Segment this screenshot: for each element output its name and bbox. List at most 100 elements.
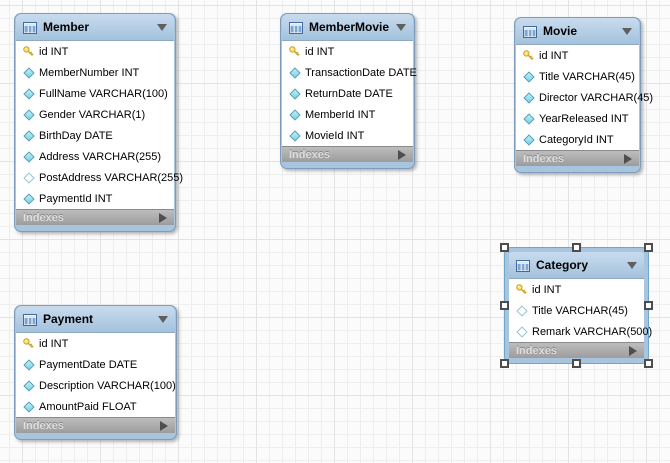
key-icon — [22, 337, 35, 350]
column-notnull-icon — [288, 66, 301, 79]
expand-arrow-icon — [160, 421, 168, 431]
table-icon — [523, 25, 537, 37]
column-notnull-icon — [288, 108, 301, 121]
collapse-arrow-icon[interactable] — [157, 24, 167, 31]
indexes-footer[interactable]: Indexes — [509, 342, 644, 358]
table-header[interactable]: MemberMovie — [282, 14, 413, 40]
column-notnull-icon — [288, 87, 301, 100]
table-header[interactable]: Movie — [516, 18, 639, 44]
column-row[interactable]: PaymentId INT — [16, 188, 174, 209]
column-row[interactable]: id INT — [509, 279, 644, 300]
column-notnull-icon — [22, 129, 35, 142]
column-list: id INT Title VARCHAR(45) Remark VARCHAR(50… — [509, 278, 644, 342]
column-row[interactable]: FullName VARCHAR(100) — [16, 83, 174, 104]
table-header[interactable]: Member — [16, 14, 174, 40]
column-notnull-icon — [522, 91, 535, 104]
column-label: YearReleased INT — [539, 113, 628, 125]
column-row[interactable]: Remark VARCHAR(500) — [509, 321, 644, 342]
column-row[interactable]: id INT — [282, 41, 413, 62]
eer-diagram-canvas[interactable]: Member id INT MemberNumber INT FullName VA… — [0, 0, 670, 463]
column-label: PaymentId INT — [39, 193, 112, 205]
column-row[interactable]: ReturnDate DATE — [282, 83, 413, 104]
indexes-footer[interactable]: Indexes — [282, 146, 413, 162]
selection-handle-se[interactable] — [644, 359, 653, 368]
table-payment[interactable]: Payment id INT PaymentDate DATEDescriptio… — [14, 305, 177, 440]
selection-handle-sw[interactable] — [500, 359, 509, 368]
selection-handle-nw[interactable] — [500, 243, 509, 252]
column-notnull-icon — [522, 133, 535, 146]
column-list: id INT TransactionDate DATE ReturnDate DAT… — [282, 40, 413, 146]
selection-handle-ne[interactable] — [644, 243, 653, 252]
column-label: CategoryId INT — [539, 134, 614, 146]
column-row[interactable]: id INT — [16, 41, 174, 62]
column-label: id INT — [305, 46, 334, 58]
column-nullable-icon — [22, 171, 35, 184]
column-row[interactable]: Director VARCHAR(45) — [516, 87, 639, 108]
column-row[interactable]: CategoryId INT — [516, 129, 639, 150]
selection-handle-s[interactable] — [572, 359, 581, 368]
column-row[interactable]: Gender VARCHAR(1) — [16, 104, 174, 125]
indexes-label: Indexes — [516, 345, 557, 357]
table-title: Payment — [43, 312, 158, 326]
table-title: Category — [536, 258, 627, 272]
selection-handle-w[interactable] — [500, 301, 509, 310]
column-label: ReturnDate DATE — [305, 88, 393, 100]
collapse-arrow-icon[interactable] — [158, 316, 168, 323]
table-header[interactable]: Category — [509, 252, 644, 278]
column-label: BirthDay DATE — [39, 130, 113, 142]
column-row[interactable]: PaymentDate DATE — [16, 354, 175, 375]
table-category[interactable]: Category id INT Title VARCHAR(45) Remark V… — [504, 247, 649, 364]
column-row[interactable]: Description VARCHAR(100) — [16, 375, 175, 396]
column-row[interactable]: Title VARCHAR(45) — [509, 300, 644, 321]
column-label: AmountPaid FLOAT — [39, 401, 137, 413]
column-notnull-icon — [288, 129, 301, 142]
column-row[interactable]: YearReleased INT — [516, 108, 639, 129]
column-notnull-icon — [522, 70, 535, 83]
table-title: Member — [43, 20, 157, 34]
table-movie[interactable]: Movie id INTTitle VARCHAR(45)Director VA… — [514, 17, 641, 173]
table-icon — [289, 21, 303, 33]
table-member[interactable]: Member id INT MemberNumber INT FullName VA… — [14, 13, 176, 232]
column-label: id INT — [39, 46, 68, 58]
column-nullable-icon — [515, 325, 528, 338]
column-row[interactable]: TransactionDate DATE — [282, 62, 413, 83]
selection-handle-n[interactable] — [572, 243, 581, 252]
column-notnull-icon — [22, 87, 35, 100]
column-row[interactable]: Address VARCHAR(255) — [16, 146, 174, 167]
indexes-footer[interactable]: Indexes — [16, 417, 175, 433]
collapse-arrow-icon[interactable] — [622, 28, 632, 35]
indexes-label: Indexes — [23, 212, 64, 224]
key-icon — [288, 45, 301, 58]
column-row[interactable]: BirthDay DATE — [16, 125, 174, 146]
column-label: Gender VARCHAR(1) — [39, 109, 145, 121]
indexes-footer[interactable]: Indexes — [16, 209, 174, 225]
key-icon — [515, 283, 528, 296]
indexes-footer[interactable]: Indexes — [516, 150, 639, 166]
table-icon — [516, 259, 530, 271]
collapse-arrow-icon[interactable] — [396, 24, 406, 31]
column-notnull-icon — [522, 112, 535, 125]
table-membermovie[interactable]: MemberMovie id INT TransactionDate DATE Re… — [280, 13, 415, 169]
table-header[interactable]: Payment — [16, 306, 175, 332]
column-label: id INT — [532, 284, 561, 296]
column-row[interactable]: id INT — [16, 333, 175, 354]
key-icon — [22, 45, 35, 58]
column-list: id INTTitle VARCHAR(45)Director VARCHAR(… — [516, 44, 639, 150]
column-notnull-icon — [22, 108, 35, 121]
table-icon — [23, 21, 37, 33]
column-row[interactable]: PostAddress VARCHAR(255) — [16, 167, 174, 188]
collapse-arrow-icon[interactable] — [627, 262, 637, 269]
column-row[interactable]: MemberNumber INT — [16, 62, 174, 83]
selection-handle-e[interactable] — [644, 301, 653, 310]
expand-arrow-icon — [629, 346, 637, 356]
column-row[interactable]: id INT — [516, 45, 639, 66]
column-row[interactable]: MemberId INT — [282, 104, 413, 125]
column-row[interactable]: Title VARCHAR(45) — [516, 66, 639, 87]
column-label: id INT — [39, 338, 68, 350]
column-row[interactable]: AmountPaid FLOAT — [16, 396, 175, 417]
column-row[interactable]: MovieId INT — [282, 125, 413, 146]
table-title: MemberMovie — [309, 20, 396, 34]
column-list: id INT MemberNumber INT FullName VARCHAR(1… — [16, 40, 174, 209]
column-label: Title VARCHAR(45) — [532, 305, 628, 317]
column-label: FullName VARCHAR(100) — [39, 88, 168, 100]
